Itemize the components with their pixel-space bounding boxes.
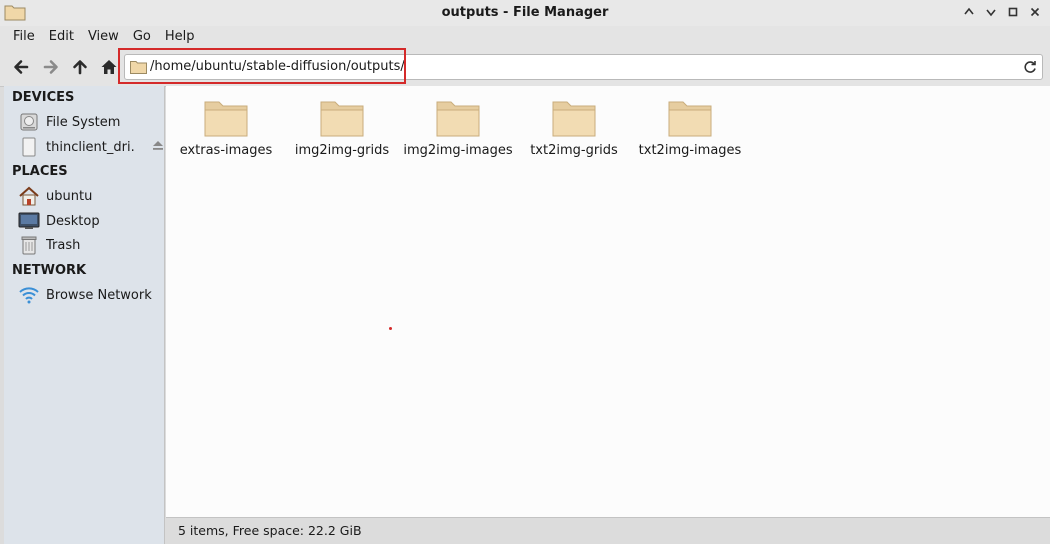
folder-label: txt2img-grids	[530, 143, 618, 158]
menu-edit[interactable]: Edit	[42, 26, 81, 48]
up-button[interactable]	[68, 56, 92, 78]
menu-file[interactable]: File	[6, 26, 42, 48]
sidebar-item-label: Trash	[46, 237, 81, 253]
hard-drive-icon	[18, 112, 40, 132]
menu-go[interactable]: Go	[126, 26, 158, 48]
folder-label: img2img-grids	[294, 143, 390, 158]
status-text: 5 items, Free space: 22.2 GiB	[178, 523, 362, 538]
folder-item[interactable]: txt2img-grids	[519, 98, 629, 158]
restore-icon[interactable]	[1004, 3, 1022, 21]
minimize-icon[interactable]	[960, 3, 978, 21]
window-title: outputs - File Manager	[441, 5, 609, 20]
menu-bar: File Edit View Go Help	[0, 26, 1050, 48]
drive-icon	[18, 137, 40, 157]
home-button[interactable]	[97, 56, 121, 78]
home-icon	[101, 60, 117, 74]
forward-arrow-icon	[43, 60, 58, 74]
file-view[interactable]: extras-images img2img-grids img2img-imag…	[166, 86, 1050, 517]
trash-icon	[18, 235, 40, 255]
folder-icon	[204, 101, 248, 137]
toolbar	[0, 48, 1050, 87]
sidebar-item-browse-network[interactable]: Browse Network	[18, 284, 158, 306]
sidebar-item-ubuntu[interactable]: ubuntu	[18, 185, 158, 207]
location-input[interactable]	[150, 59, 1010, 74]
sidebar-item-label: Browse Network	[46, 287, 152, 303]
sidebar-heading-devices: DEVICES	[12, 90, 75, 105]
sidebar-item-label: Desktop	[46, 213, 100, 229]
network-wifi-icon	[18, 285, 40, 305]
back-arrow-icon	[14, 60, 29, 74]
folder-icon	[668, 101, 712, 137]
forward-button[interactable]	[39, 56, 63, 78]
sidebar-item-label: ubuntu	[46, 188, 93, 204]
menu-view[interactable]: View	[81, 26, 126, 48]
folder-item[interactable]: img2img-images	[403, 98, 513, 158]
folder-item[interactable]: extras-images	[171, 98, 281, 158]
sidebar-item-file-system[interactable]: File System	[18, 111, 158, 133]
location-bar[interactable]	[124, 54, 1043, 80]
folder-icon	[436, 101, 480, 137]
sidebar-item-desktop[interactable]: Desktop	[18, 210, 158, 232]
folder-icon	[552, 101, 596, 137]
sidebar-item-thinclient-drive[interactable]: thinclient_dri...	[18, 136, 163, 158]
desktop-icon	[18, 211, 40, 231]
cursor-marker	[389, 327, 392, 330]
title-bar: outputs - File Manager	[0, 0, 1050, 27]
back-button[interactable]	[9, 56, 33, 78]
up-arrow-icon	[73, 60, 87, 75]
folder-item[interactable]: txt2img-images	[635, 98, 745, 158]
sidebar-item-label: File System	[46, 114, 121, 130]
folder-label: img2img-images	[403, 143, 513, 158]
sidebar-item-label: thinclient_dri...	[46, 139, 136, 155]
sidebar-item-trash[interactable]: Trash	[18, 234, 158, 256]
sidebar-heading-network: NETWORK	[12, 263, 87, 278]
status-bar: 5 items, Free space: 22.2 GiB	[166, 517, 1050, 544]
maximize-icon[interactable]	[982, 3, 1000, 21]
reload-icon[interactable]	[1022, 59, 1038, 75]
home-folder-icon	[18, 186, 40, 206]
folder-label: extras-images	[179, 143, 273, 158]
folder-item[interactable]: img2img-grids	[287, 98, 397, 158]
folder-icon	[130, 61, 147, 74]
folder-icon	[320, 101, 364, 137]
eject-icon[interactable]	[152, 139, 164, 155]
sidebar: DEVICES File System thinclient_dri... PL…	[4, 86, 165, 544]
sidebar-heading-places: PLACES	[12, 164, 68, 179]
close-icon[interactable]	[1026, 3, 1044, 21]
menu-help[interactable]: Help	[158, 26, 202, 48]
folder-label: txt2img-images	[638, 143, 742, 158]
